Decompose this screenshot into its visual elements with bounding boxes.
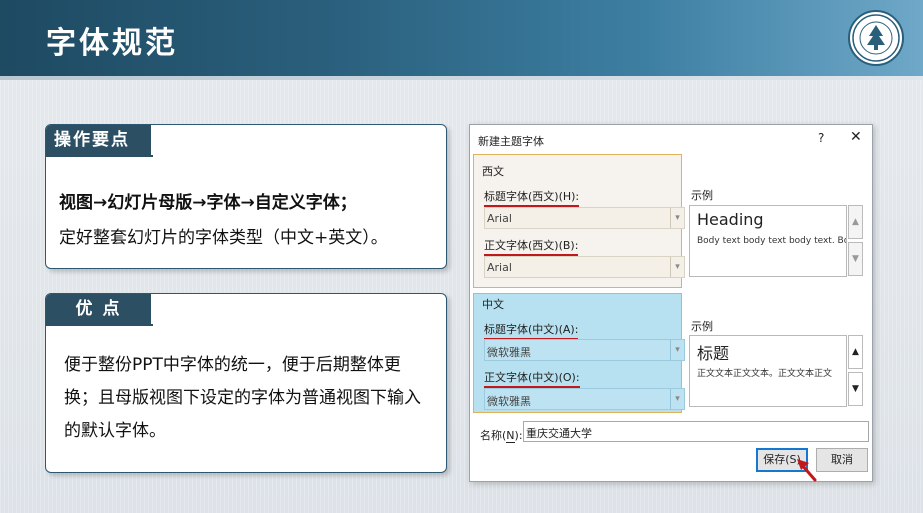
western-group-label: 西文 [482, 165, 504, 178]
western-scroll-up-icon[interactable]: ▲ [848, 205, 863, 239]
western-body-select[interactable]: Arial ▾ [484, 256, 685, 278]
close-icon[interactable]: ✕ [850, 129, 862, 145]
chinese-sample-body: 正文文本正文文本。正文文本正文 [697, 369, 833, 379]
ops-card: 操作要点 视图→幻灯片母版→字体→自定义字体； 定好整套幻灯片的字体类型（中文+… [45, 124, 447, 269]
western-sample-label: 示例 [691, 189, 713, 202]
chinese-font-group: 中文 标题字体(中文)(A): 微软雅黑 ▾ 正文字体(中文)(O): 微软雅黑… [473, 293, 685, 413]
chinese-heading-select[interactable]: 微软雅黑 ▾ [484, 339, 685, 361]
title-bar: 字体规范 [0, 0, 923, 80]
western-sample-heading: Heading [697, 210, 764, 229]
western-heading-select[interactable]: Arial ▾ [484, 207, 685, 229]
chinese-group-label: 中文 [482, 298, 504, 311]
western-sample-body: Body text body text body text. Body t [697, 236, 846, 246]
new-theme-fonts-dialog: 新建主题字体 ? ✕ 西文 标题字体(西文)(H): Arial ▾ 正文字体(… [469, 124, 873, 482]
chevron-down-icon[interactable]: ▾ [670, 340, 684, 360]
chinese-sample-box: 标题 正文文本正文文本。正文文本正文 [689, 335, 847, 407]
pointer-arrow-icon [797, 459, 817, 482]
adv-card-tag: 优 点 [46, 294, 153, 326]
western-font-group: 西文 标题字体(西文)(H): Arial ▾ 正文字体(西文)(B): Ari… [473, 154, 685, 288]
help-icon[interactable]: ? [818, 131, 824, 145]
theme-name-input[interactable]: 重庆交通大学 [523, 421, 869, 442]
western-heading-value: Arial [487, 212, 512, 225]
chinese-body-value: 微软雅黑 [487, 395, 531, 408]
chinese-scroll-up-icon[interactable]: ▲ [848, 335, 863, 369]
adv-description: 便于整份PPT中字体的统一，便于后期整体更换；且母版视图下设定的字体为普通视图下… [64, 355, 421, 441]
university-logo [848, 10, 904, 66]
chinese-sample-heading: 标题 [697, 344, 730, 363]
ops-description: 定好整套幻灯片的字体类型（中文+英文）。 [59, 228, 388, 248]
ops-step-path: 视图→幻灯片母版→字体→自定义字体； [59, 193, 357, 213]
chinese-scroll-down-icon[interactable]: ▼ [848, 372, 863, 406]
western-body-label: 正文字体(西文)(B): [484, 237, 579, 256]
chinese-body-select[interactable]: 微软雅黑 ▾ [484, 388, 685, 410]
chinese-sample-label: 示例 [691, 320, 713, 333]
chinese-heading-label: 标题字体(中文)(A): [484, 321, 579, 340]
chevron-down-icon[interactable]: ▾ [670, 257, 684, 277]
chinese-body-label: 正文字体(中文)(O): [484, 369, 580, 388]
chevron-down-icon[interactable]: ▾ [670, 208, 684, 228]
western-scroll-down-icon[interactable]: ▼ [848, 242, 863, 276]
dialog-title: 新建主题字体 [478, 135, 544, 148]
chevron-down-icon[interactable]: ▾ [670, 389, 684, 409]
page-title: 字体规范 [46, 26, 178, 61]
western-body-value: Arial [487, 261, 512, 274]
ops-card-tag: 操作要点 [46, 125, 153, 157]
chinese-heading-value: 微软雅黑 [487, 346, 531, 359]
western-heading-label: 标题字体(西文)(H): [484, 188, 580, 207]
adv-card: 优 点 便于整份PPT中字体的统一，便于后期整体更换；且母版视图下设定的字体为普… [45, 293, 447, 473]
western-sample-box: Heading Body text body text body text. B… [689, 205, 847, 277]
name-label: 名称(N): [480, 429, 523, 443]
cancel-button[interactable]: 取消 [816, 448, 868, 472]
